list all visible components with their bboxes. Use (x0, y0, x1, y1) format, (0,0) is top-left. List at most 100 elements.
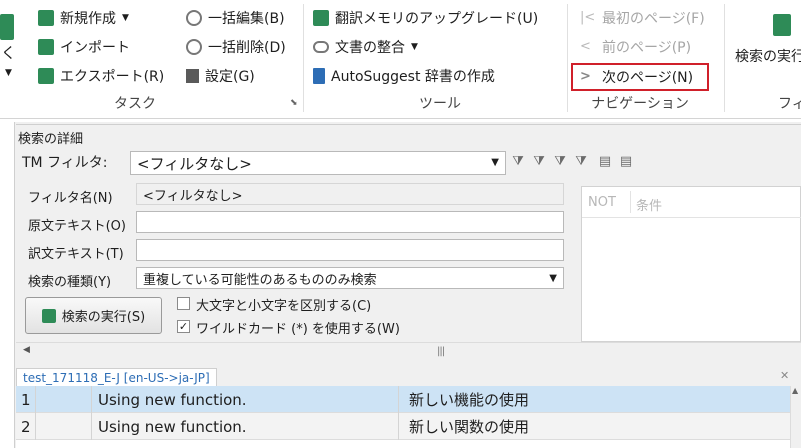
status-cell (36, 386, 92, 413)
run-search-label: 検索の実行 (735, 49, 801, 65)
tm-filter-label: TM フィルタ: (22, 155, 108, 171)
ribbon: 開く ▼ 新規作成 ▼ インポート エクスポート(R) 一括編集(B) 一括削除… (0, 0, 801, 119)
tm-filter-value: <フィルタなし> (137, 154, 252, 173)
filter-edit-icon[interactable]: ⧩ (531, 154, 547, 170)
first-page-icon: |< (580, 10, 596, 25)
scroll-left-icon[interactable]: ◀ (23, 345, 30, 355)
filter-name-field: <フィルタなし> (136, 183, 564, 205)
chevron-down-icon: ▼ (411, 42, 418, 52)
autosuggest-button[interactable]: AutoSuggest 辞書の作成 (313, 65, 495, 87)
wildcard-checkbox[interactable]: ✓ (177, 320, 190, 333)
match-case-checkbox[interactable] (177, 297, 190, 310)
chevron-down-icon: ▼ (491, 157, 499, 168)
close-icon[interactable]: ✕ (780, 369, 789, 382)
translation-grid: 1 Using new function. 新しい機能の使用 2 Using n… (16, 386, 790, 448)
import-filter-icon[interactable]: ▤ (618, 154, 634, 170)
upgrade-label: 翻訳メモリのアップグレード(U) (335, 11, 539, 27)
export-button[interactable]: エクスポート(R) (38, 65, 164, 87)
import-button[interactable]: インポート (38, 36, 130, 58)
filter-remove-icon[interactable]: ⧩ (552, 154, 568, 170)
export-filter-icon[interactable]: ▤ (597, 154, 613, 170)
new-button[interactable]: 新規作成 ▼ (38, 7, 129, 29)
document-tab-label: test_171118_E-J [en-US->ja-JP] (23, 371, 210, 385)
batch-delete-button[interactable]: 一括削除(D) (186, 36, 286, 58)
batch-edit-button[interactable]: 一括編集(B) (186, 7, 285, 29)
tools-group-label: ツール (419, 96, 461, 112)
search-type-value: 重複している可能性のあるもののみ検索 (143, 272, 377, 288)
batch-delete-label: 一括削除(D) (208, 40, 286, 56)
new-label: 新規作成 (60, 11, 116, 27)
search-run-icon (41, 308, 56, 323)
scroll-up-icon[interactable]: ▲ (792, 386, 798, 395)
settings-button[interactable]: 設定(G) (186, 65, 255, 87)
chevron-down-icon: ▼ (122, 13, 129, 23)
panel-title: 検索の詳細 (18, 132, 84, 147)
open-button[interactable]: 開く ▼ (0, 6, 28, 86)
gear-icon (186, 10, 202, 26)
align-documents-button[interactable]: 文書の整合 ▼ (313, 36, 418, 58)
next-page-highlight (571, 63, 709, 91)
vertical-scrollbar[interactable]: ▲ (790, 386, 801, 448)
tm-filter-dropdown[interactable]: <フィルタなし> ▼ (130, 151, 506, 175)
col-divider (630, 191, 631, 213)
filter-clear-icon[interactable]: ⧩ (573, 154, 589, 170)
prev-page-label: 前のページ(P) (602, 40, 692, 56)
gear-delete-icon (186, 39, 202, 55)
source-text-input[interactable] (136, 211, 564, 233)
table-row[interactable]: 2 Using new function. 新しい関数の使用 (16, 413, 790, 440)
target-text-input[interactable] (136, 239, 564, 261)
filter-name-label: フィルタ名(N) (28, 191, 113, 206)
run-search-button[interactable]: 検索の実行 (735, 10, 801, 70)
settings-label: 設定(G) (205, 69, 255, 85)
separator (567, 4, 568, 112)
conditions-header: NOT 条件 (582, 187, 801, 218)
navigation-group-label: ナビゲーション (591, 96, 689, 112)
col-not: NOT (588, 195, 616, 210)
match-case-label: 大文字と小文字を区別する(C) (196, 299, 372, 314)
first-page-label: 最初のページ(F) (602, 11, 705, 27)
scroll-grip-icon[interactable]: ||| (437, 346, 445, 357)
upgrade-tm-button[interactable]: 翻訳メモリのアップグレード(U) (313, 7, 538, 29)
open-icon (0, 14, 14, 40)
filter-group-label: フィ (778, 96, 801, 112)
filter-add-icon[interactable]: ⧩ (510, 154, 526, 170)
settings-sheet-icon (186, 69, 199, 83)
row-number: 1 (16, 386, 36, 413)
export-label: エクスポート(R) (60, 69, 165, 85)
chevron-down-icon: ▼ (549, 273, 557, 284)
chevron-left-icon: < (580, 39, 591, 54)
source-cell[interactable]: Using new function. (92, 413, 399, 440)
new-icon (38, 10, 54, 26)
target-text-label: 訳文テキスト(T) (28, 247, 124, 262)
separator (303, 4, 304, 112)
import-icon (38, 39, 54, 55)
filter-name-value: <フィルタなし> (143, 188, 243, 204)
wildcard-label: ワイルドカード (*) を使用する(W) (196, 322, 400, 337)
task-group-label: タスク (114, 96, 156, 112)
execute-search-button[interactable]: 検索の実行(S) (25, 297, 162, 334)
conditions-table[interactable]: NOT 条件 (581, 186, 801, 342)
batch-edit-label: 一括編集(B) (208, 11, 285, 27)
align-label: 文書の整合 (335, 40, 405, 56)
status-cell (36, 413, 92, 440)
export-icon (38, 68, 54, 84)
execute-search-label: 検索の実行(S) (61, 310, 146, 325)
open-caret: ▼ (5, 68, 12, 78)
document-tabbar: test_171118_E-J [en-US->ja-JP] ✕ (16, 366, 801, 387)
document-tab[interactable]: test_171118_E-J [en-US->ja-JP] (16, 368, 217, 387)
horizontal-scrollbar[interactable]: ◀ ||| (16, 342, 801, 359)
table-row[interactable]: 1 Using new function. 新しい機能の使用 (16, 386, 790, 413)
import-label: インポート (60, 40, 130, 56)
book-icon (313, 68, 325, 84)
target-cell[interactable]: 新しい機能の使用 (399, 386, 790, 413)
prev-page-button[interactable]: < 前のページ(P) (580, 36, 691, 58)
dialog-launcher-icon[interactable]: ⬊ (290, 98, 298, 108)
row-number: 2 (16, 413, 36, 440)
navigation-pane-strip (0, 122, 15, 448)
source-text-label: 原文テキスト(O) (28, 219, 126, 234)
first-page-button[interactable]: |< 最初のページ(F) (580, 7, 705, 29)
source-cell[interactable]: Using new function. (92, 386, 399, 413)
search-type-dropdown[interactable]: 重複している可能性のあるもののみ検索 ▼ (136, 267, 564, 289)
search-type-label: 検索の種類(Y) (28, 275, 112, 290)
target-cell[interactable]: 新しい関数の使用 (399, 413, 790, 440)
